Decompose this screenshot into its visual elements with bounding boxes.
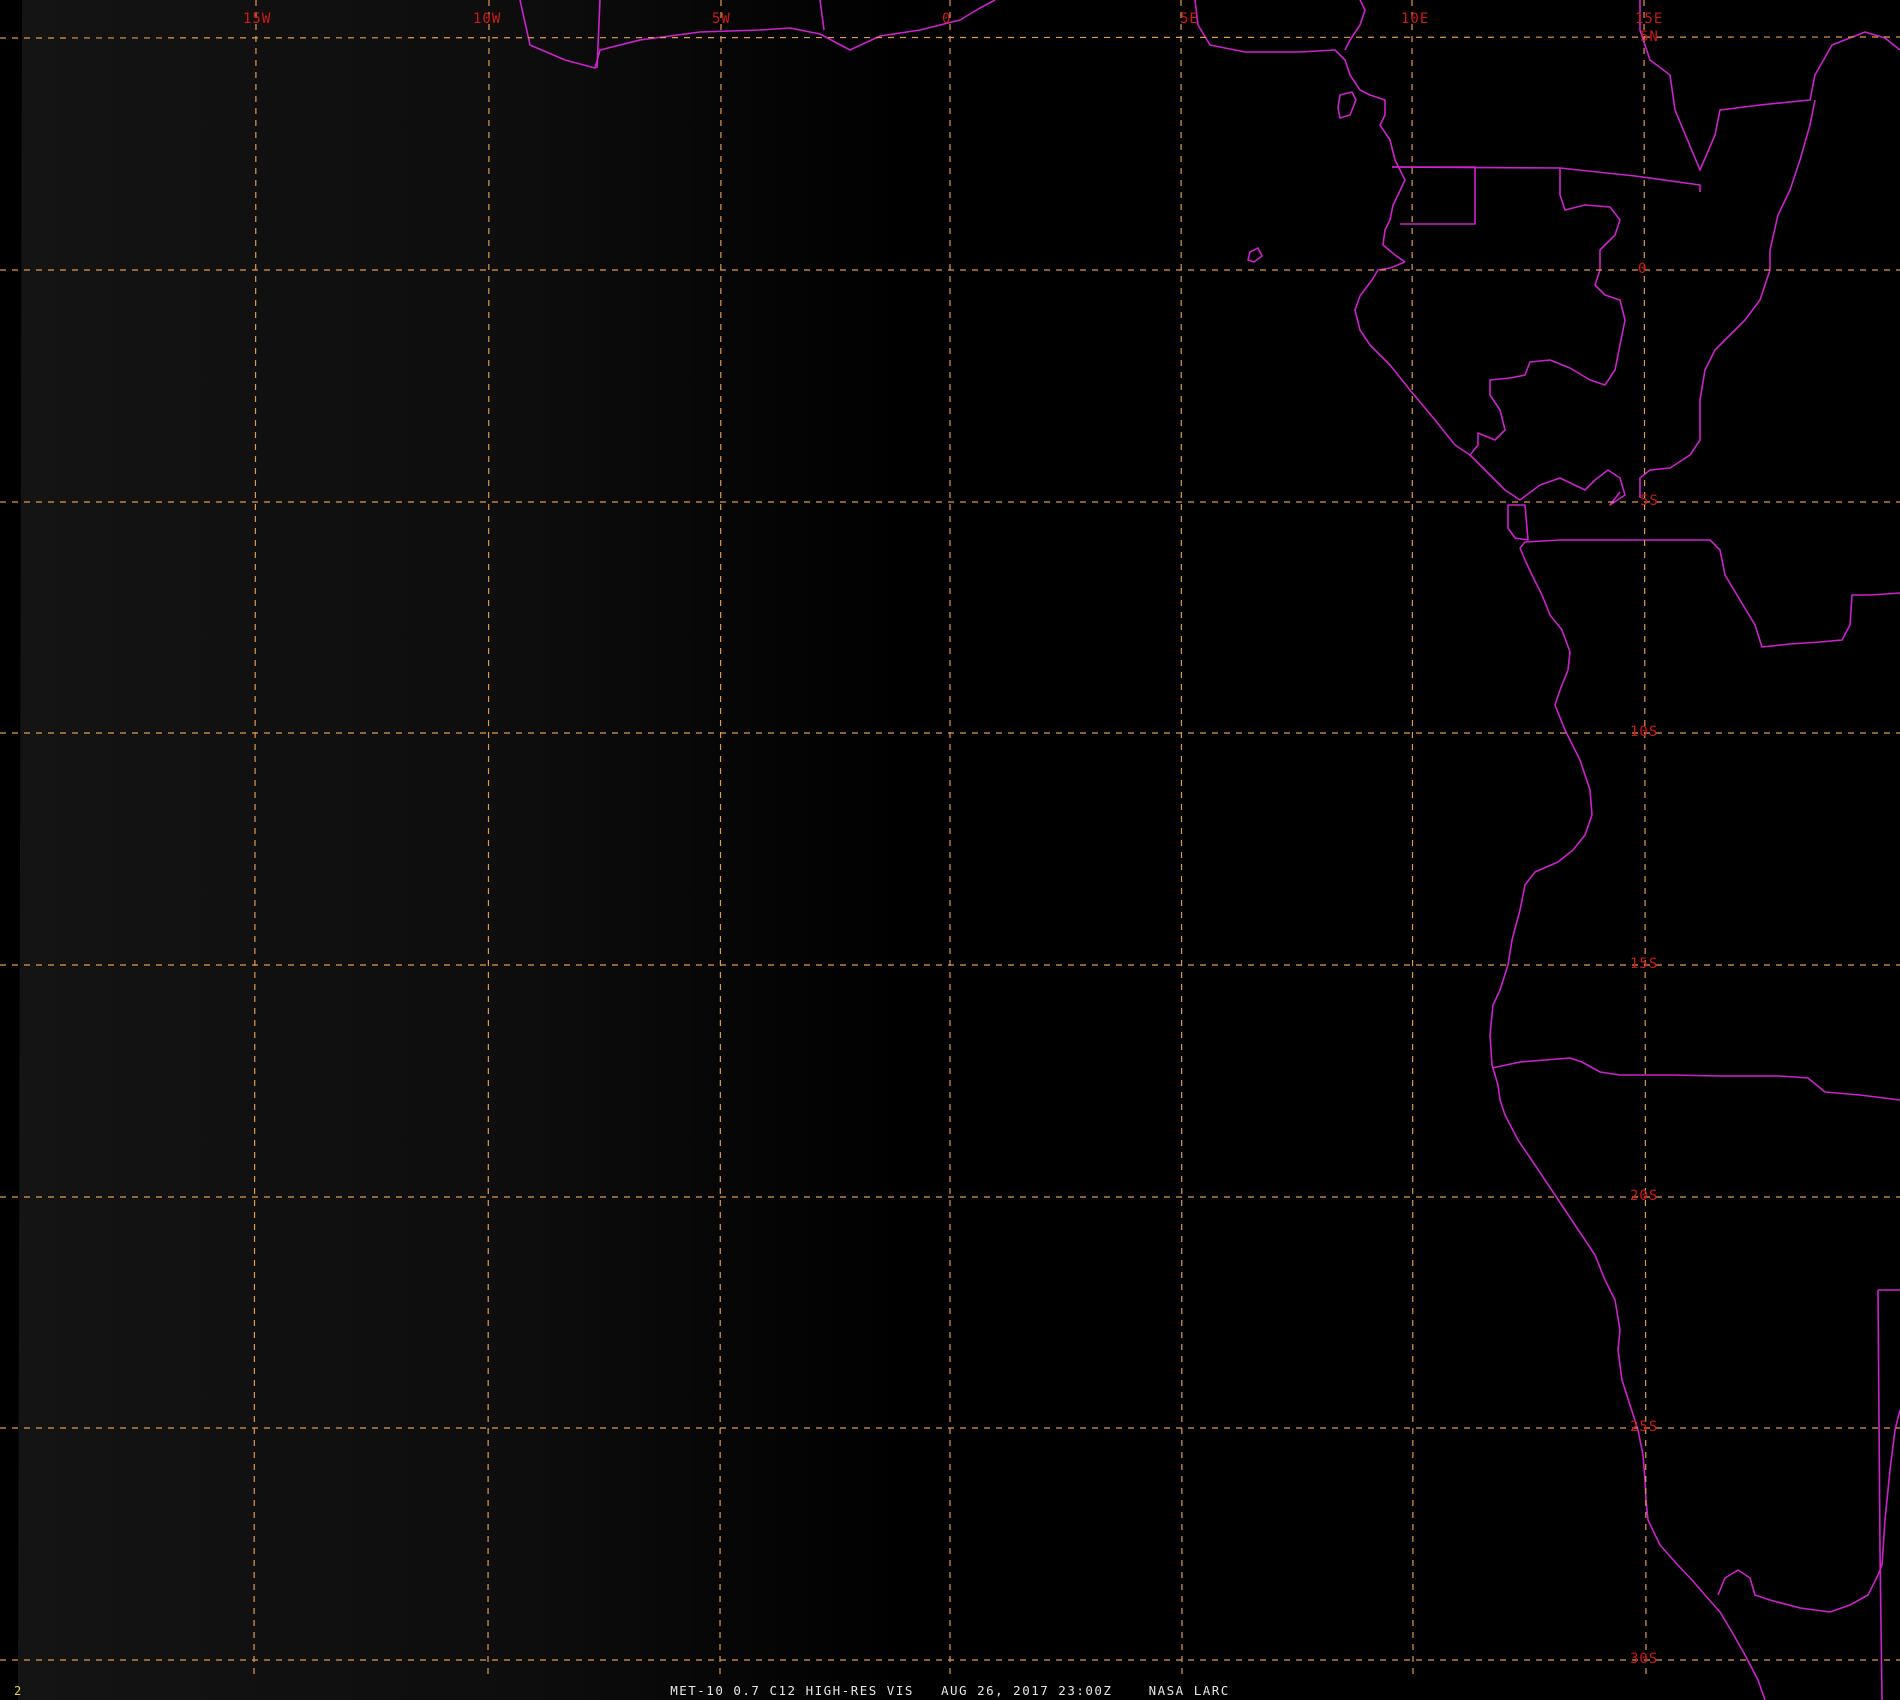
lat-label-10s: 10S <box>1630 724 1658 740</box>
lon-label-5w: 5W <box>712 11 731 27</box>
caption-product: MET-10 0.7 C12 HIGH-RES VIS <box>670 1683 914 1698</box>
lat-label-5s: 5S <box>1640 493 1659 509</box>
lon-label-15e: 15E <box>1635 11 1663 27</box>
satellite-map: 15W 10W 5W 0 5E 10E 15E 5N 0 5S 10S 15S … <box>0 0 1900 1700</box>
lon-label-5e: 5E <box>1180 11 1199 27</box>
image-caption: MET-10 0.7 C12 HIGH-RES VIS AUG 26, 2017… <box>0 1683 1900 1700</box>
lat-label-30s: 30S <box>1630 1651 1658 1667</box>
lat-label-20s: 20S <box>1630 1188 1658 1204</box>
lon-label-10e: 10E <box>1401 11 1429 27</box>
lon-label-10w: 10W <box>473 11 501 27</box>
lat-label-0: 0 <box>1638 261 1647 277</box>
lon-label-0: 0 <box>942 11 951 27</box>
caption-datetime: AUG 26, 2017 23:00Z <box>940 1683 1113 1698</box>
caption-source: NASA LARC <box>1148 1683 1230 1698</box>
lat-label-5n: 5N <box>1640 29 1659 45</box>
lat-label-15s: 15S <box>1630 956 1658 972</box>
lat-label-25s: 25S <box>1630 1419 1658 1435</box>
lon-label-15w: 15W <box>243 11 271 27</box>
